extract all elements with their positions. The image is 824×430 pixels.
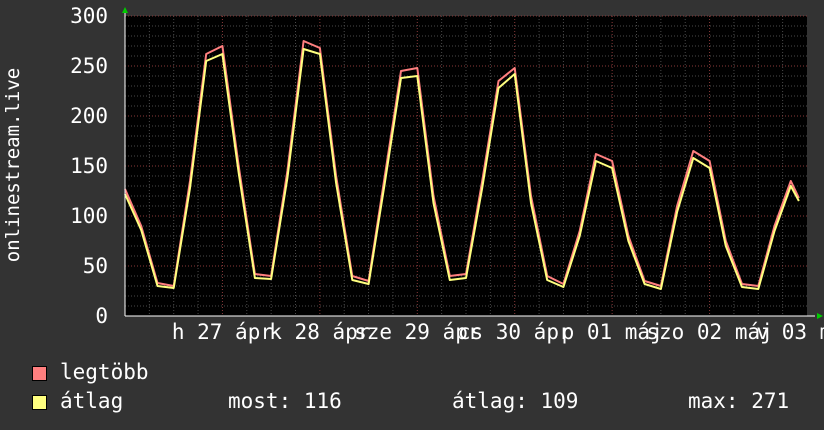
y-axis-label: onlinestream.live [2, 68, 24, 262]
y-tick-label: 0 [95, 304, 108, 328]
x-tick-label: v 03 máj [756, 320, 824, 344]
x-tick-label: szo 02 máj [646, 320, 772, 344]
y-tick-label: 50 [83, 254, 108, 278]
rrd-chart: 0 50 100 150 200 250 300 h 27 áprk 28 áprsze 2… [0, 0, 824, 430]
y-tick-label: 100 [70, 204, 108, 228]
x-tick-labels: h 27 áprk 28 áprsze 29 áprcs 30 áprp 01 … [172, 320, 824, 344]
x-tick-label: cs 30 ápr [458, 320, 572, 344]
y-tick-label: 250 [70, 54, 108, 78]
y-tick-label: 300 [70, 4, 108, 28]
x-tick-label: h 27 ápr [172, 320, 273, 344]
y-tick-label: 150 [70, 154, 108, 178]
y-tick-label: 200 [70, 104, 108, 128]
